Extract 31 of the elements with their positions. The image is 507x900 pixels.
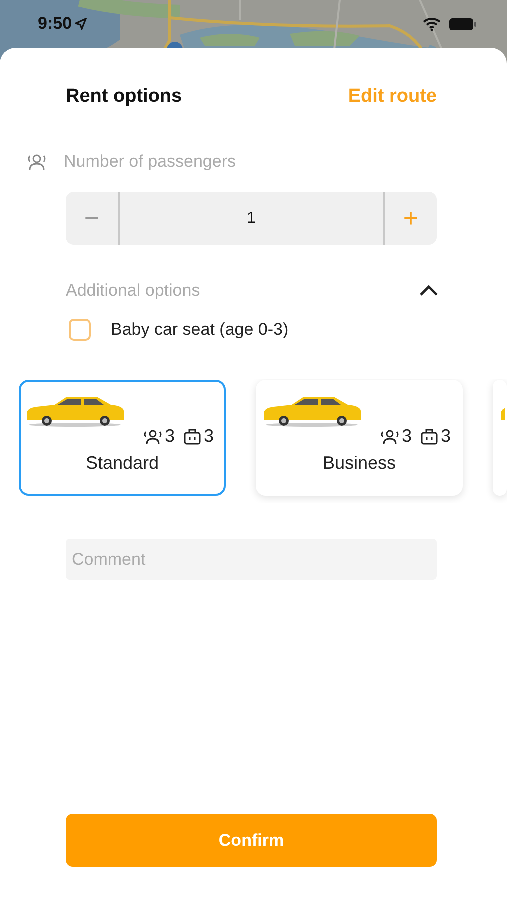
car-class-card[interactable]: 3 3 Standard: [19, 380, 226, 496]
people-icon: [380, 428, 399, 444]
car-class-card[interactable]: 3 3 Business: [256, 380, 463, 496]
section-label: Additional options: [66, 281, 200, 301]
car-class-card[interactable]: [493, 380, 507, 496]
edit-route-link[interactable]: Edit route: [348, 86, 437, 108]
people-icon: [27, 153, 47, 171]
passenger-capacity: 3: [164, 426, 175, 447]
checkbox[interactable]: [69, 319, 91, 341]
passengers-label: Number of passengers: [64, 152, 236, 172]
confirm-button[interactable]: Confirm: [66, 814, 437, 867]
passenger-count: 1: [118, 192, 385, 245]
clock-time: 9:50: [38, 14, 72, 34]
option-label: Baby car seat (age 0-3): [111, 320, 289, 340]
increase-button[interactable]: +: [385, 192, 437, 245]
suitcase-icon: [184, 428, 201, 445]
luggage-capacity: 3: [204, 426, 214, 447]
location-arrow-icon: [75, 18, 88, 30]
battery-icon: [449, 18, 477, 30]
comment-field[interactable]: Comment: [66, 539, 437, 580]
car-class-name: Business: [322, 453, 398, 474]
passenger-capacity: 3: [402, 426, 412, 447]
decrease-button[interactable]: −: [66, 192, 118, 245]
people-icon: [144, 428, 162, 444]
luggage-capacity: 3: [440, 426, 451, 447]
passenger-stepper[interactable]: − 1 +: [66, 192, 437, 245]
car-class-name: Standard: [84, 453, 160, 474]
suitcase-icon: [420, 428, 438, 445]
wifi-icon: [423, 17, 441, 31]
chevron-up-icon[interactable]: [419, 285, 439, 297]
sheet-title: Rent options: [66, 86, 182, 108]
